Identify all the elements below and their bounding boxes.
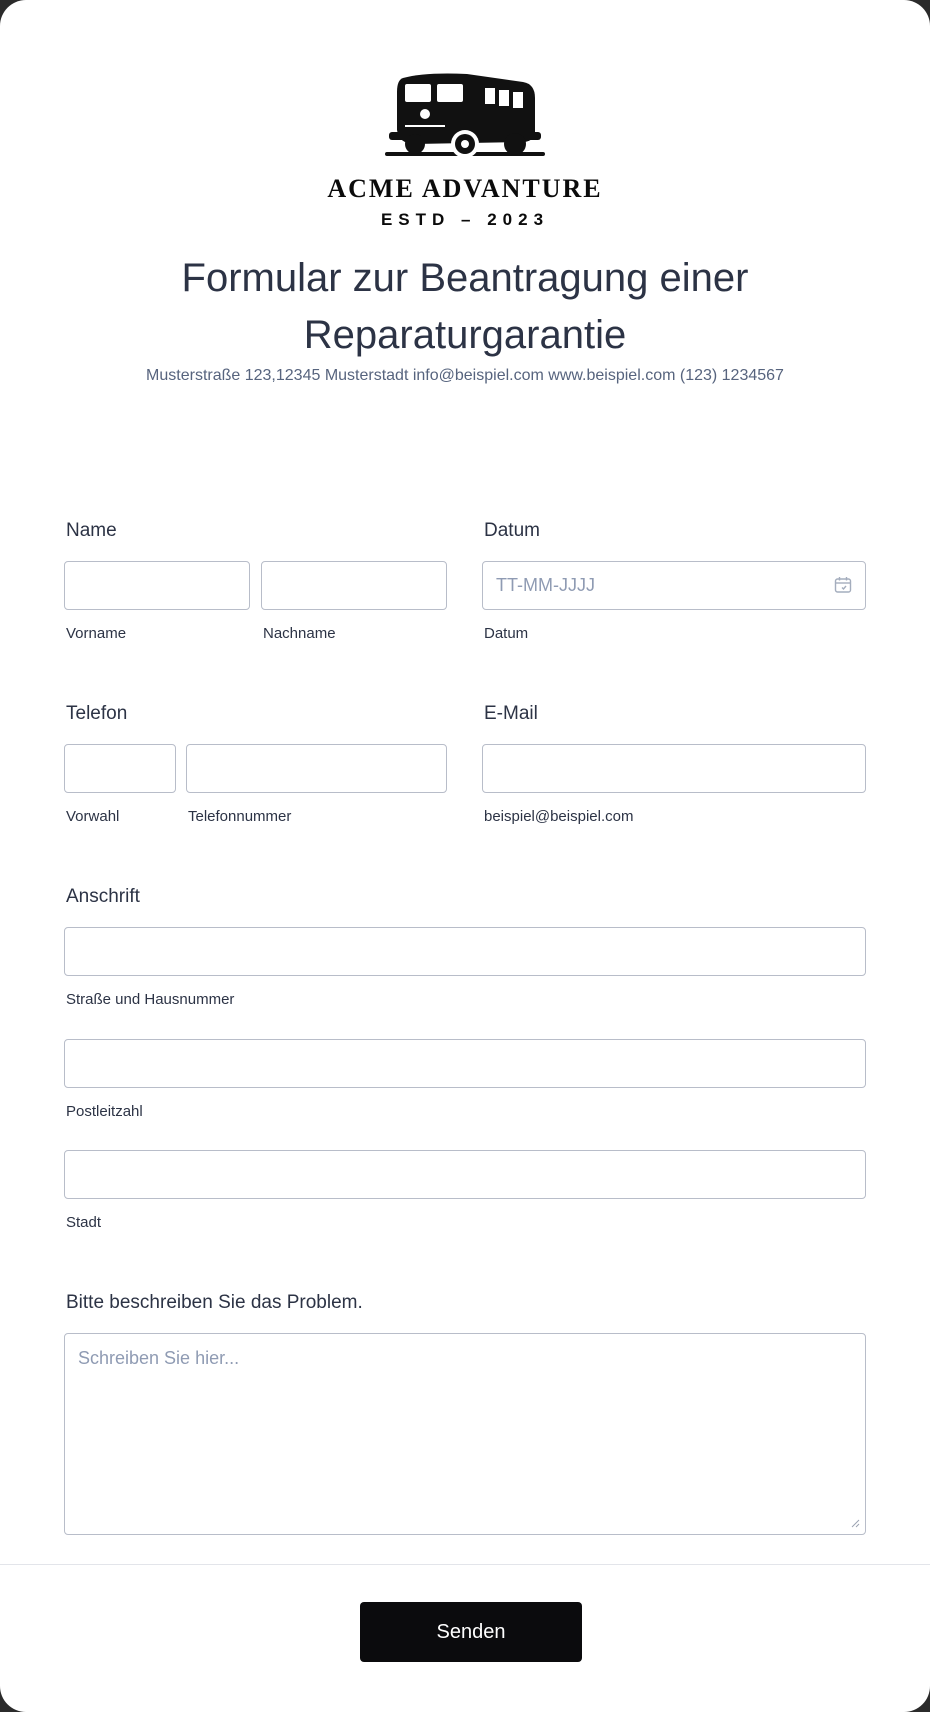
problem-textarea[interactable] [64, 1333, 866, 1535]
email-input[interactable] [482, 744, 866, 793]
problem-label: Bitte beschreiben Sie das Problem. [66, 1292, 363, 1313]
resize-grip-icon[interactable] [850, 1518, 860, 1528]
zip-input[interactable] [64, 1039, 866, 1088]
email-label: E-Mail [484, 703, 538, 724]
form-card: ACME ADVANTURE ESTD – 2023 Formular zur … [0, 0, 930, 1712]
email-sublabel: beispiel@beispiel.com [484, 808, 634, 825]
phone-label: Telefon [66, 703, 128, 724]
name-label: Name [66, 520, 117, 541]
street-sublabel: Straße und Hausnummer [66, 991, 235, 1008]
calendar-icon[interactable] [834, 576, 852, 594]
address-label: Anschrift [66, 886, 140, 907]
city-input[interactable] [64, 1150, 866, 1199]
area-code-sublabel: Vorwahl [66, 808, 120, 825]
submit-button[interactable]: Senden [360, 1602, 582, 1662]
date-input[interactable] [482, 561, 866, 610]
date-label: Datum [484, 520, 540, 541]
city-sublabel: Stadt [66, 1214, 102, 1231]
date-field [482, 561, 866, 610]
phone-number-sublabel: Telefonnummer [188, 808, 292, 825]
form-subtitle: Musterstraße 123,12345 Musterstadt info@… [146, 367, 784, 384]
street-input[interactable] [64, 927, 866, 976]
brand-name: ACME ADVANTURE [327, 174, 603, 203]
last-name-input[interactable] [261, 561, 447, 610]
date-sublabel: Datum [484, 625, 529, 642]
zip-sublabel: Postleitzahl [66, 1103, 143, 1120]
area-code-input[interactable] [64, 744, 176, 793]
brand-logo: ACME ADVANTURE ESTD – 2023 [0, 70, 930, 230]
brand-established: ESTD – 2023 [380, 210, 550, 229]
phone-number-input[interactable] [186, 744, 447, 793]
form-title: Formular zur Beantragung einer Reparatur… [181, 256, 749, 357]
footer-divider [0, 1564, 930, 1565]
first-name-input[interactable] [64, 561, 250, 610]
first-name-sublabel: Vorname [66, 625, 127, 642]
camper-van-icon [385, 73, 545, 158]
last-name-sublabel: Nachname [263, 625, 336, 642]
